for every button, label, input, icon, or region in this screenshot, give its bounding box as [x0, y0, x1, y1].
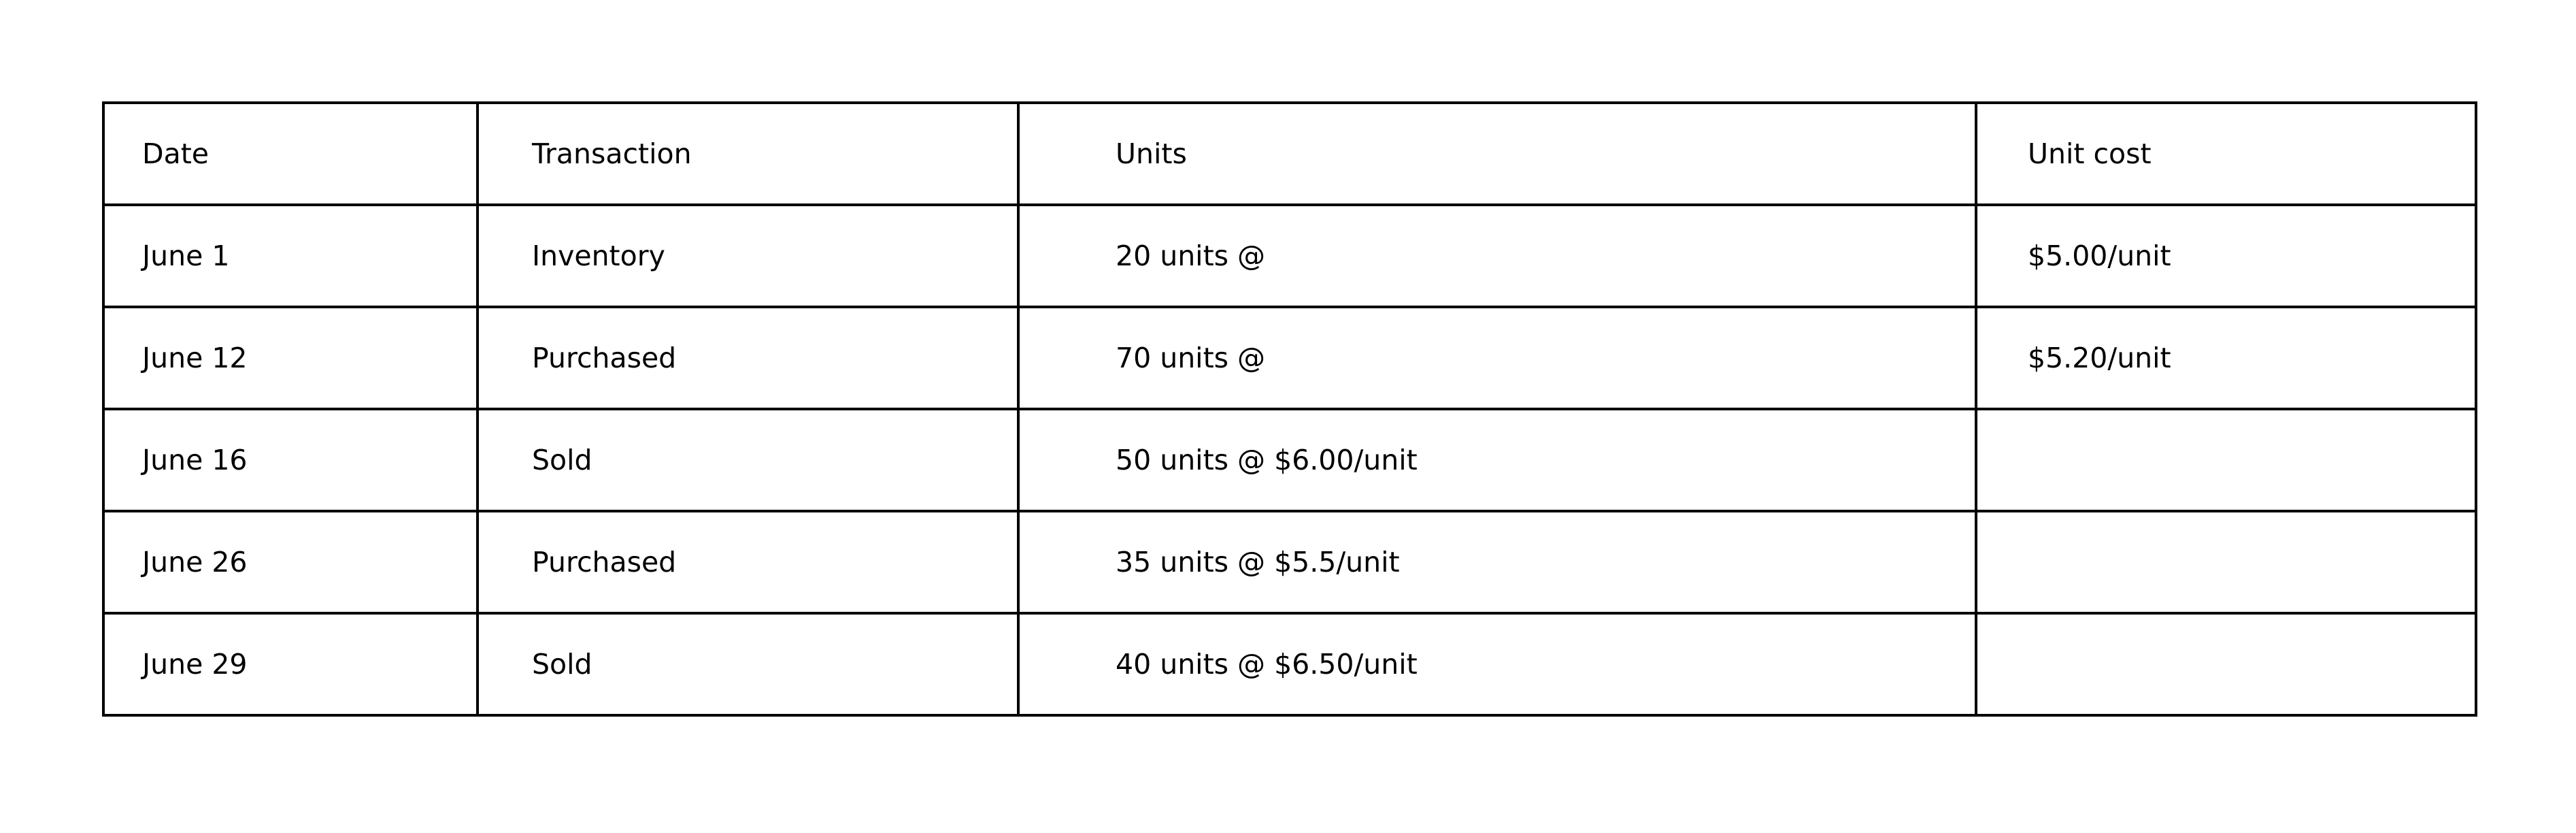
- cell-unit-cost: $5.20/unit: [1975, 306, 2477, 410]
- cell-transaction: Purchased: [476, 510, 1020, 615]
- cell-units: 50 units @ $6.00/unit: [1017, 408, 1977, 512]
- inventory-transactions-table: Date Transaction Units Unit cost June 1 …: [102, 101, 2477, 717]
- cell-unit-cost: [1975, 612, 2477, 717]
- header-transaction: Transaction: [476, 101, 1020, 206]
- table-row: June 12 Purchased 70 units @ $5.20/unit: [102, 306, 2477, 410]
- table-header-row: Date Transaction Units Unit cost: [102, 101, 2477, 206]
- table-row: June 16 Sold 50 units @ $6.00/unit: [102, 408, 2477, 512]
- cell-units: 40 units @ $6.50/unit: [1017, 612, 1977, 717]
- cell-unit-cost: $5.00/unit: [1975, 203, 2477, 308]
- cell-units: 35 units @ $5.5/unit: [1017, 510, 1977, 615]
- table-row: June 1 Inventory 20 units @ $5.00/unit: [102, 203, 2477, 308]
- cell-date: June 16: [102, 408, 479, 512]
- table-row: June 29 Sold 40 units @ $6.50/unit: [102, 612, 2477, 717]
- header-date: Date: [102, 101, 479, 206]
- cell-transaction: Inventory: [476, 203, 1020, 308]
- header-units: Units: [1017, 101, 1977, 206]
- cell-unit-cost: [1975, 510, 2477, 615]
- cell-units: 20 units @: [1017, 203, 1977, 308]
- cell-date: June 26: [102, 510, 479, 615]
- cell-transaction: Purchased: [476, 306, 1020, 410]
- cell-transaction: Sold: [476, 408, 1020, 512]
- cell-date: June 12: [102, 306, 479, 410]
- cell-transaction: Sold: [476, 612, 1020, 717]
- header-unit-cost: Unit cost: [1975, 101, 2477, 206]
- cell-units: 70 units @: [1017, 306, 1977, 410]
- table-row: June 26 Purchased 35 units @ $5.5/unit: [102, 510, 2477, 615]
- cell-unit-cost: [1975, 408, 2477, 512]
- cell-date: June 1: [102, 203, 479, 308]
- cell-date: June 29: [102, 612, 479, 717]
